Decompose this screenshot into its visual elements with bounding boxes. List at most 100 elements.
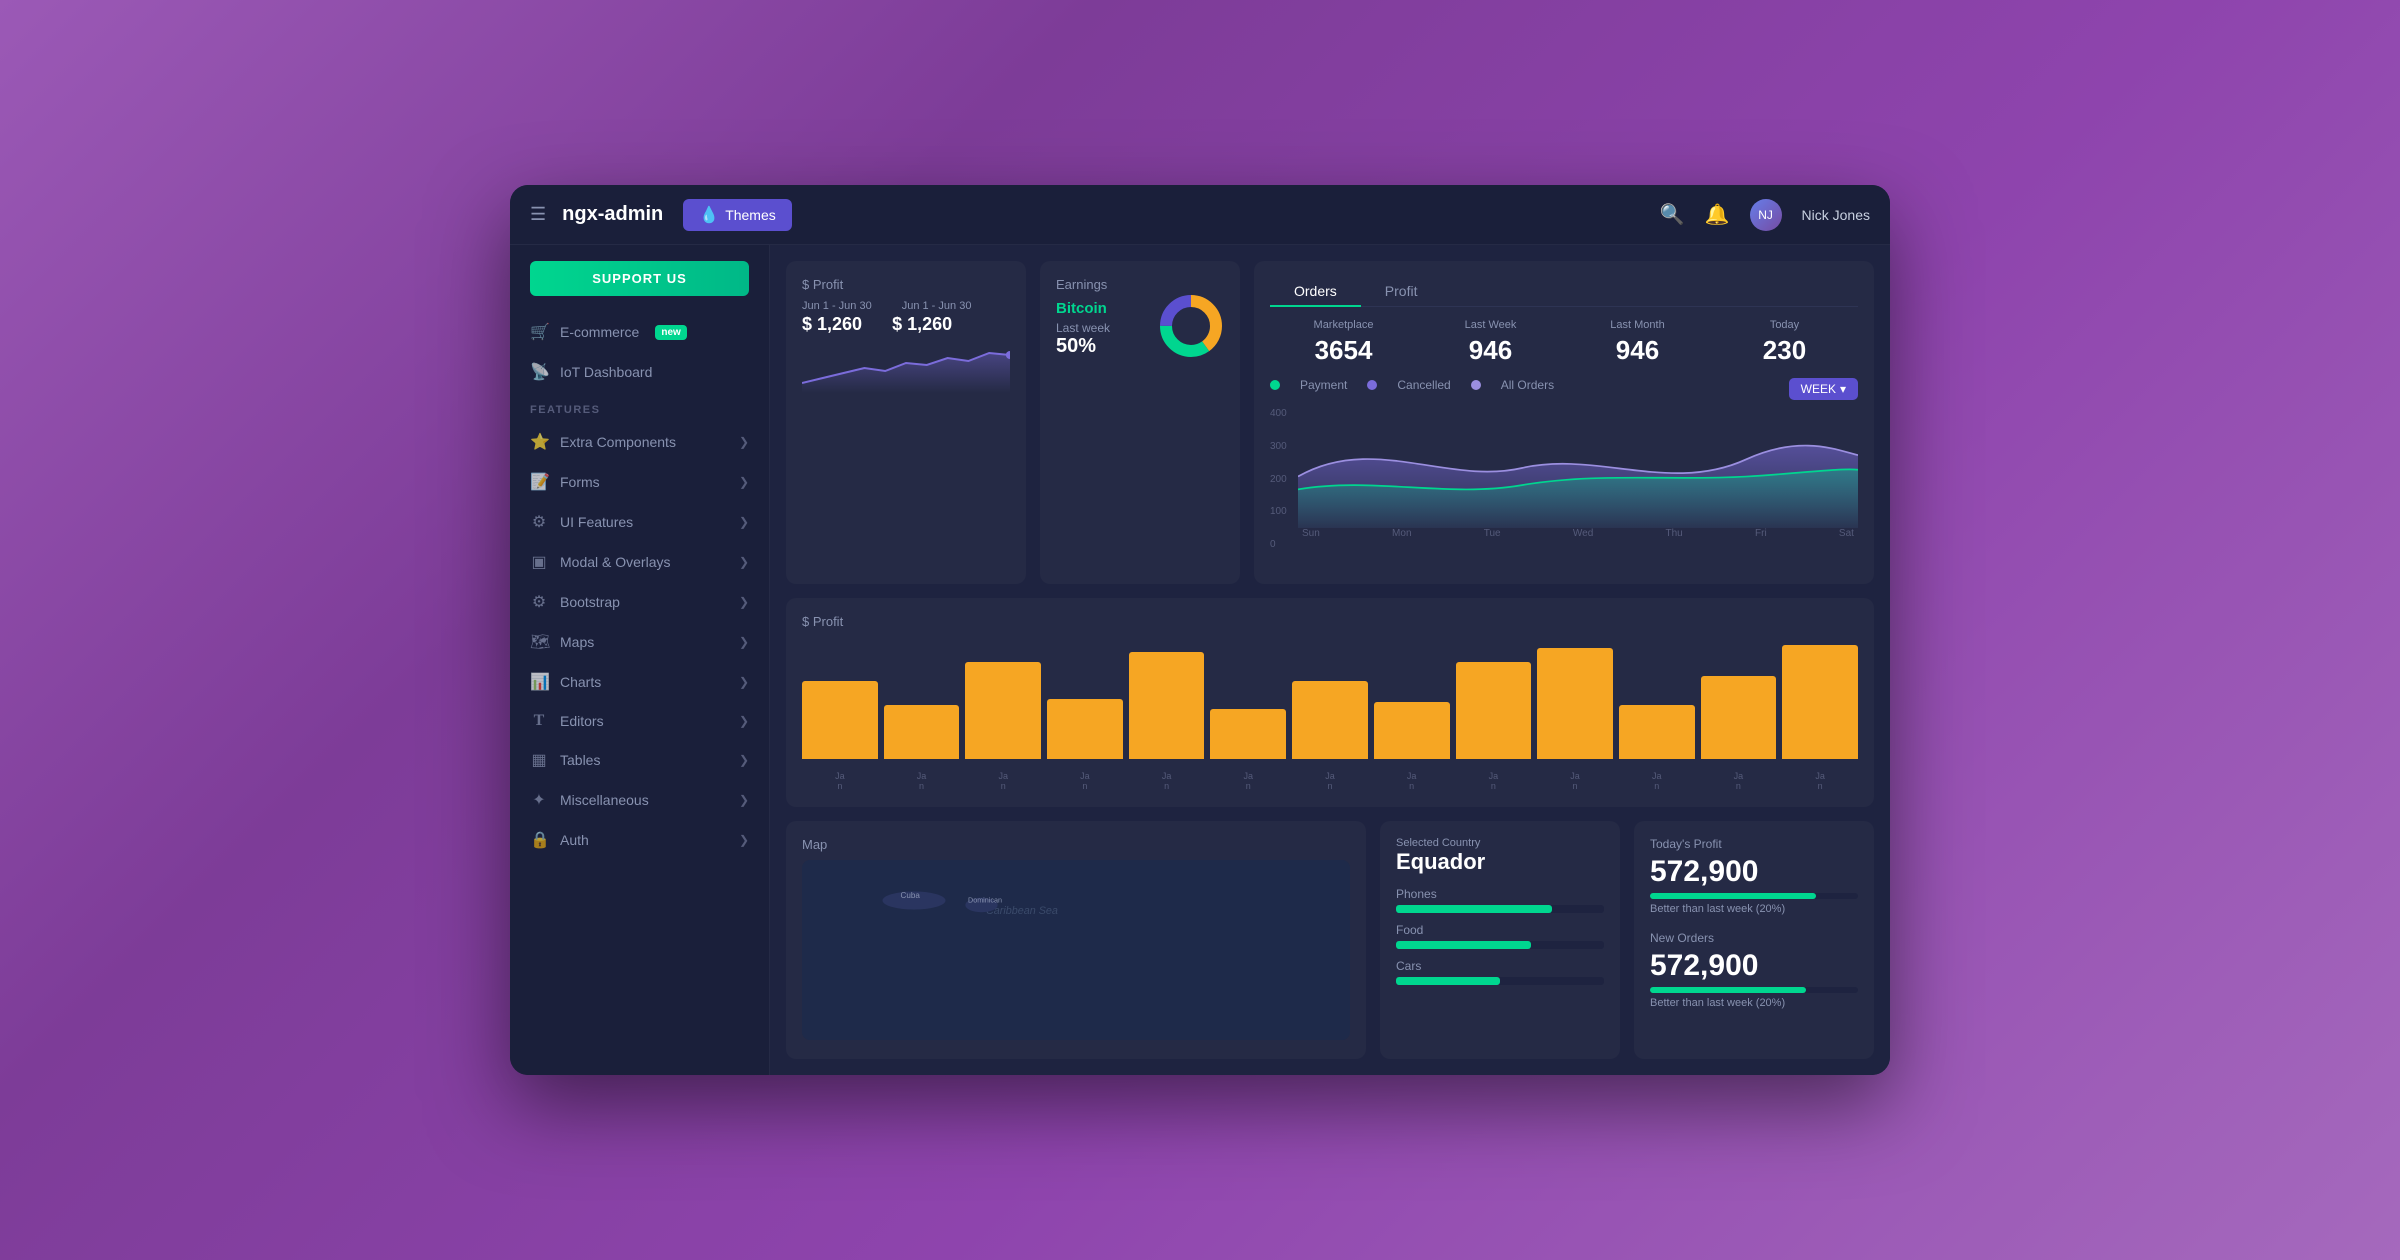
chevron-icon: ❯ [739,675,749,689]
bar [1374,702,1450,759]
new-orders-sub: Better than last week (20%) [1650,997,1858,1009]
sidebar-item-bootstrap[interactable]: ⚙ Bootstrap ❯ [510,582,769,622]
chevron-icon: ❯ [739,595,749,609]
orders-stat-today: Today 230 [1711,319,1858,366]
sidebar-item-charts[interactable]: 📊 Charts ❯ [510,662,769,702]
support-button[interactable]: SUPPORT US [530,261,749,296]
sidebar-item-label: Modal & Overlays [560,554,670,570]
profit-line-chart [802,343,1010,393]
profit-small-title: $ Profit [802,277,1010,292]
maps-icon: 🗺 [530,632,548,652]
header: ☰ ngx-admin 💧 Themes 🔍 🔔 NJ Nick Jones [510,185,1890,245]
chevron-icon: ❯ [739,515,749,529]
sidebar-item-modal[interactable]: ▣ Modal & Overlays ❯ [510,542,769,582]
selected-country-label: Selected Country [1396,837,1604,849]
sidebar-item-label: Auth [560,832,589,848]
sidebar: SUPPORT US 🛒 E-commerce new 📡 IoT Dashbo… [510,245,770,1075]
row2: $ Profit Jan Jan Jan Jan Jan Jan Jan Jan… [786,598,1874,807]
extra-icon: ⭐ [530,432,548,452]
sidebar-item-tables[interactable]: ▦ Tables ❯ [510,740,769,780]
sidebar-item-ui[interactable]: ⚙ UI Features ❯ [510,502,769,542]
bar [1782,645,1858,759]
features-section-title: FEATURES [510,392,769,422]
payment-dot [1270,380,1280,390]
bar [1210,709,1286,759]
sidebar-item-label: Extra Components [560,434,676,450]
sidebar-item-label: Charts [560,674,601,690]
sidebar-item-auth[interactable]: 🔒 Auth ❯ [510,820,769,860]
chevron-icon: ❯ [739,475,749,489]
bar [965,662,1041,759]
charts-icon: 📊 [530,672,548,692]
avatar: NJ [1750,199,1782,231]
map-card: Map Caribbean Sea Cuba Domini [786,821,1366,1059]
misc-icon: ✦ [530,790,548,810]
themes-button[interactable]: 💧 Themes [683,199,792,231]
bar [802,681,878,759]
sidebar-item-iot[interactable]: 📡 IoT Dashboard [510,352,769,392]
today-profit-label: Today's Profit [1650,837,1858,851]
today-profit-val: 572,900 [1650,855,1858,889]
sidebar-item-label: E-commerce [560,324,639,340]
sidebar-item-extra[interactable]: ⭐ Extra Components ❯ [510,422,769,462]
bar [1701,676,1777,759]
bar [884,705,960,759]
profit-small-card: $ Profit Jun 1 - Jun 30 Jun 1 - Jun 30 $… [786,261,1026,584]
allorders-dot [1471,380,1481,390]
bar [1619,705,1695,759]
sidebar-item-maps[interactable]: 🗺 Maps ❯ [510,622,769,662]
new-orders-val: 572,900 [1650,949,1858,983]
orders-chart-area: 400 300 200 100 0 [1270,408,1858,568]
sidebar-item-ecommerce[interactable]: 🛒 E-commerce new [510,312,769,352]
today-profit-bar [1650,893,1858,899]
orders-stat-marketplace: Marketplace 3654 [1270,319,1417,366]
donut-chart [1156,291,1226,361]
ui-icon: ⚙ [530,512,548,532]
sidebar-item-label: Tables [560,752,600,768]
cars-bar: Cars [1396,959,1604,985]
chevron-icon: ❯ [739,833,749,847]
orders-stat-lastweek: Last Week 946 [1417,319,1564,366]
sidebar-item-forms[interactable]: 📝 Forms ❯ [510,462,769,502]
food-bar: Food [1396,923,1604,949]
sidebar-item-label: Miscellaneous [560,792,649,808]
user-name: Nick Jones [1802,207,1870,223]
profit-bar-chart [802,637,1858,767]
drop-icon: 💧 [699,205,719,225]
orders-tabs: Orders Profit [1270,277,1858,307]
search-icon[interactable]: 🔍 [1660,202,1685,227]
profit-big-card: $ Profit Jan Jan Jan Jan Jan Jan Jan Jan… [786,598,1874,807]
forms-icon: 📝 [530,472,548,492]
bell-icon[interactable]: 🔔 [1705,202,1730,227]
chevron-icon: ❯ [739,555,749,569]
week-button[interactable]: WEEK ▾ [1789,378,1858,400]
app-title: ngx-admin [562,203,663,226]
svg-text:Cuba: Cuba [901,891,921,900]
profit-values: $ 1,260 $ 1,260 [802,314,1010,335]
chevron-icon: ❯ [739,714,749,728]
svg-text:Dominican: Dominican [968,895,1002,904]
auth-icon: 🔒 [530,830,548,850]
modal-icon: ▣ [530,552,548,572]
new-orders-label: New Orders [1650,931,1858,945]
today-profit-card: Today's Profit 572,900 Better than last … [1634,821,1874,1059]
map-title: Map [802,837,1350,852]
sidebar-item-misc[interactable]: ✦ Miscellaneous ❯ [510,780,769,820]
chevron-icon: ❯ [739,635,749,649]
bar [1047,699,1123,759]
tab-orders[interactable]: Orders [1270,277,1361,307]
sidebar-item-label: IoT Dashboard [560,364,652,380]
sidebar-item-label: UI Features [560,514,633,530]
iot-icon: 📡 [530,362,548,382]
profit-dates: Jun 1 - Jun 30 Jun 1 - Jun 30 [802,300,1010,312]
badge-new: new [655,325,686,340]
dropdown-icon: ▾ [1840,382,1846,396]
orders-legend: Payment Cancelled All Orders [1270,378,1554,392]
ecommerce-icon: 🛒 [530,322,548,342]
sidebar-item-editors[interactable]: T Editors ❯ [510,702,769,740]
country-card: Selected Country Equador Phones Food [1380,821,1620,1059]
hamburger-icon[interactable]: ☰ [530,204,546,225]
orders-stats: Marketplace 3654 Last Week 946 Last Mont… [1270,319,1858,366]
tables-icon: ▦ [530,750,548,770]
tab-profit[interactable]: Profit [1361,277,1442,307]
